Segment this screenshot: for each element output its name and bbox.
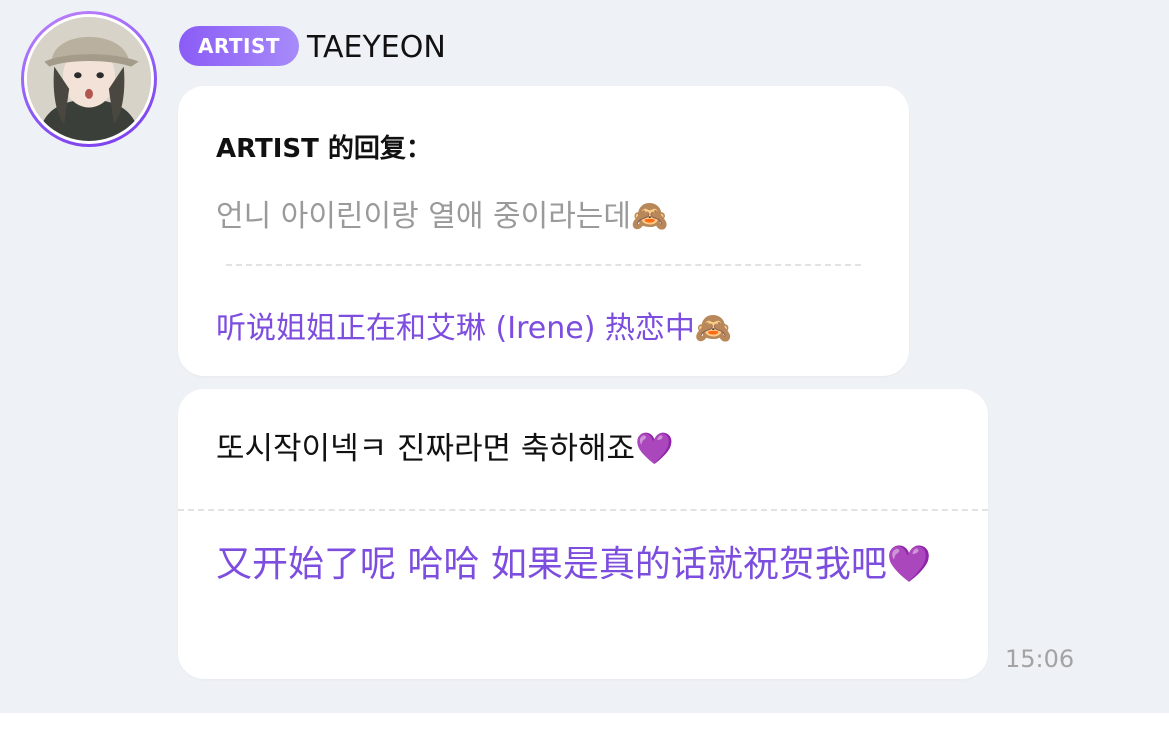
translation-divider <box>178 509 988 511</box>
message-translated-text: 又开始了呢 哈哈 如果是真的话就祝贺我吧💜 <box>216 544 932 585</box>
bottom-edge <box>0 713 1169 729</box>
artist-badge: ARTIST <box>179 26 299 66</box>
translation-divider <box>226 264 861 266</box>
reply-translated-text: 听说姐姐正在和艾琳 (Irene) 热恋中🙈 <box>216 311 733 346</box>
avatar-photo <box>24 14 154 144</box>
message-timestamp: 15:06 <box>1005 645 1075 673</box>
reply-title: ARTIST 的回复： <box>216 134 432 164</box>
reply-original-text: 언니 아이린이랑 열애 중이라는데🙈 <box>216 199 669 234</box>
avatar-illustration <box>27 17 151 141</box>
artist-avatar[interactable] <box>21 11 157 147</box>
artist-name[interactable]: TAEYEON <box>307 28 446 68</box>
message-bubble[interactable]: 또시작이넥ㅋ 진짜라면 축하해죠💜 又开始了呢 哈哈 如果是真的话就祝贺我吧💜 <box>178 389 988 679</box>
message-original-text: 또시작이넥ㅋ 진짜라면 축하해죠💜 <box>216 431 674 467</box>
reply-bubble[interactable]: ARTIST 的回复： 언니 아이린이랑 열애 중이라는데🙈 听说姐姐正在和艾琳… <box>178 86 909 376</box>
